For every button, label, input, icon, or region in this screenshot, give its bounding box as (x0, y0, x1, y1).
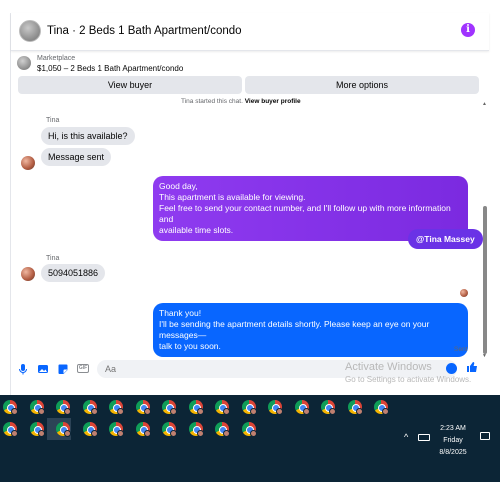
profile-badge-icon (64, 430, 71, 437)
browser-taskbar-icon[interactable] (109, 422, 124, 437)
profile-badge-icon (11, 430, 18, 437)
profile-badge-icon (90, 408, 98, 415)
chat-window: Tina · 2 Beds 1 Bath Apartment/condo i M… (10, 13, 489, 395)
activate-windows-watermark: Activate Windows Go to Settings to activ… (345, 361, 471, 384)
profile-badge-icon (90, 430, 98, 437)
message-line: I'll be sending the apartment details sh… (159, 319, 430, 340)
profile-badge-icon (276, 408, 283, 415)
profile-badge-icon (170, 408, 177, 415)
browser-taskbar-icon[interactable] (29, 400, 45, 415)
view-buyer-profile-link[interactable]: View buyer profile (245, 98, 301, 105)
listing-summary[interactable]: Marketplace $1,050 – 2 Beds 1 Bath Apart… (11, 53, 489, 77)
watermark-title: Activate Windows (345, 361, 432, 373)
profile-badge-icon (37, 430, 45, 437)
seen-avatar (460, 289, 468, 297)
clock-time: 2:23 AM (440, 425, 466, 432)
profile-badge-icon (329, 408, 336, 415)
message-line: Thank you! (159, 308, 202, 318)
listing-source: Marketplace (37, 55, 76, 62)
browser-taskbar-icon[interactable] (241, 400, 257, 415)
microphone-icon[interactable] (17, 363, 29, 375)
chat-start-text: Tina started this chat. (181, 98, 243, 105)
profile-badge-icon (249, 408, 257, 415)
profile-badge-icon (223, 408, 230, 415)
profile-badge-icon (11, 408, 18, 415)
chevron-up-icon[interactable]: ^ (404, 432, 408, 442)
sticker-icon[interactable] (57, 363, 69, 375)
browser-taskbar-icon[interactable] (162, 400, 177, 415)
chat-header: Tina · 2 Beds 1 Bath Apartment/condo i (11, 13, 489, 51)
profile-badge-icon (170, 430, 177, 437)
more-options-button[interactable]: More options (245, 76, 479, 94)
chat-start-note: Tina started this chat. View buyer profi… (181, 98, 301, 105)
incoming-message[interactable]: 5094051886 (41, 264, 106, 282)
clock-day: Friday (443, 437, 463, 444)
view-buyer-button[interactable]: View buyer (18, 76, 242, 94)
clock-date: 8/8/2025 (439, 449, 467, 456)
listing-thumbnail (17, 56, 31, 70)
browser-taskbar-icon[interactable] (215, 422, 230, 437)
message-line: Good day, (159, 181, 198, 191)
profile-badge-icon (117, 430, 124, 437)
browser-taskbar-icon[interactable] (188, 422, 204, 437)
browser-taskbar-icon[interactable] (268, 400, 283, 415)
browser-taskbar-icon[interactable] (82, 422, 98, 437)
sent-status: Sent (454, 346, 468, 353)
taskbar-clock[interactable]: 2:23 AM Friday 8/8/2025 (432, 423, 474, 459)
message-line: talk to you soon. (159, 341, 221, 351)
browser-taskbar-icon[interactable] (347, 400, 363, 415)
profile-badge-icon (37, 408, 45, 415)
browser-taskbar-icon[interactable] (162, 422, 177, 437)
listing-avatar[interactable] (19, 20, 41, 42)
profile-badge-icon (196, 408, 204, 415)
profile-badge-icon (117, 408, 124, 415)
browser-taskbar-icon[interactable] (82, 400, 98, 415)
sender-avatar[interactable] (21, 156, 35, 170)
gif-icon[interactable]: GIF (77, 364, 89, 373)
profile-badge-icon (382, 408, 389, 415)
profile-badge-icon (249, 430, 257, 437)
scroll-up-icon[interactable]: ▲ (482, 101, 487, 107)
profile-badge-icon (196, 430, 204, 437)
browser-taskbar-icon[interactable] (241, 422, 257, 437)
watermark-subtitle: Go to Settings to activate Windows. (345, 375, 472, 384)
sender-name: Tina (46, 117, 60, 124)
browser-taskbar-icon[interactable] (56, 400, 71, 415)
sender-name: Tina (46, 255, 60, 262)
sender-avatar[interactable] (21, 267, 35, 281)
browser-taskbar-icon[interactable] (188, 400, 204, 415)
scrollbar[interactable]: ▲ ▼ (482, 101, 488, 361)
browser-taskbar-icon[interactable] (109, 400, 124, 415)
browser-taskbar-icon[interactable] (321, 400, 336, 415)
browser-taskbar-icon[interactable] (3, 422, 18, 437)
mention-message[interactable]: @Tina Massey (408, 229, 483, 249)
screen: Tina · 2 Beds 1 Bath Apartment/condo i M… (0, 0, 500, 482)
profile-badge-icon (302, 408, 310, 415)
browser-taskbar-icon[interactable] (294, 400, 310, 415)
browser-taskbar-icon[interactable] (135, 400, 151, 415)
message-line: Feel free to send your contact number, a… (159, 203, 451, 224)
browser-taskbar-icon[interactable] (374, 400, 389, 415)
browser-taskbar-icon[interactable] (215, 400, 230, 415)
info-icon[interactable]: i (461, 23, 475, 37)
profile-badge-icon (143, 408, 151, 415)
photo-icon[interactable] (37, 363, 49, 375)
scrollbar-thumb[interactable] (483, 206, 487, 354)
browser-taskbar-icon[interactable] (29, 422, 45, 437)
profile-badge-icon (143, 430, 151, 437)
keyboard-icon[interactable] (418, 434, 430, 441)
notification-icon[interactable] (480, 432, 490, 440)
message-line: This apartment is available for viewing. (159, 192, 306, 202)
profile-badge-icon (64, 408, 71, 415)
outgoing-message[interactable]: Thank you! I'll be sending the apartment… (153, 303, 468, 357)
listing-title: $1,050 – 2 Beds 1 Bath Apartment/condo (37, 64, 184, 73)
profile-badge-icon (223, 430, 230, 437)
browser-taskbar-icon[interactable] (56, 422, 71, 437)
chat-title: Tina · 2 Beds 1 Bath Apartment/condo (47, 25, 242, 37)
browser-taskbar-icon[interactable] (3, 400, 18, 415)
incoming-message[interactable]: Message sent (41, 148, 112, 166)
profile-badge-icon (355, 408, 363, 415)
browser-taskbar-icon[interactable] (135, 422, 151, 437)
incoming-message[interactable]: Hi, is this available? (41, 127, 135, 145)
